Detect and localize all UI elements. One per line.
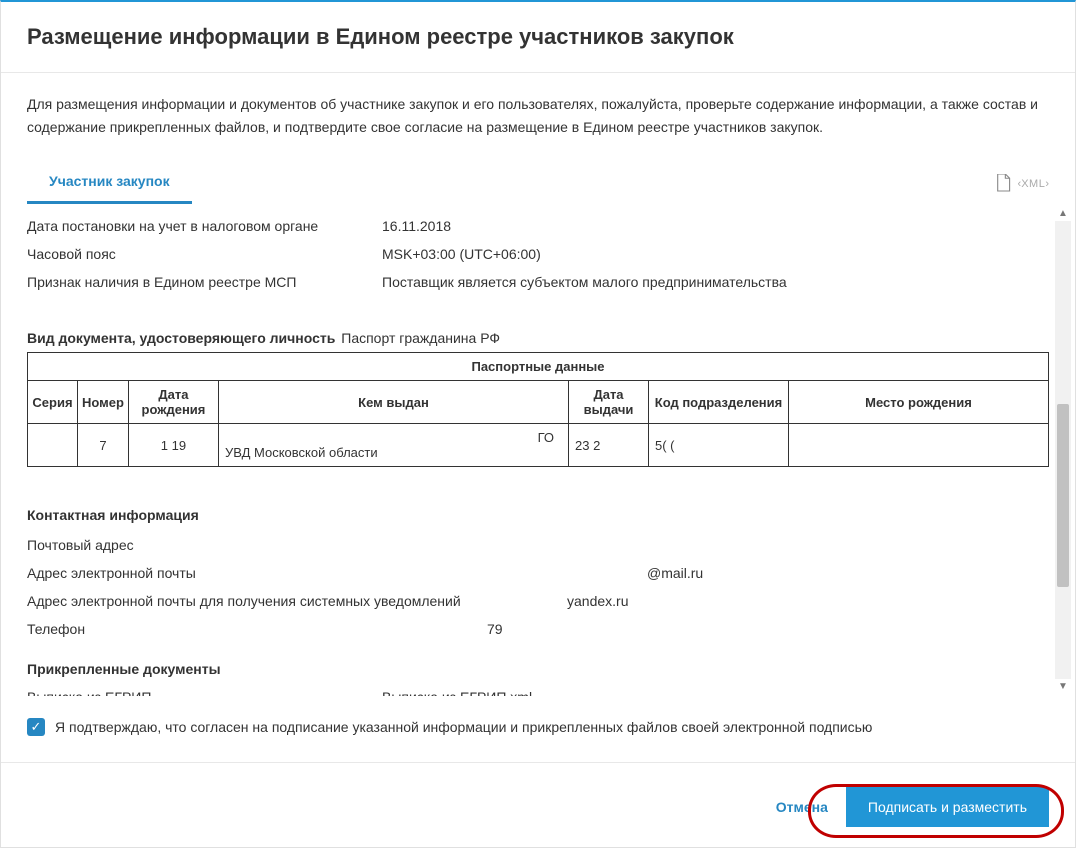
publish-modal: Размещение информации в Едином реестре у…	[0, 0, 1076, 848]
label-msp: Признак наличия в Едином реестре МСП	[27, 274, 382, 290]
id-doc-label: Вид документа, удостоверяющего личность	[27, 330, 335, 346]
sign-and-publish-button[interactable]: Подписать и разместить	[846, 787, 1049, 827]
confirm-checkbox[interactable]: ✓	[27, 718, 45, 736]
scroll-up-icon[interactable]: ▲	[1058, 208, 1068, 219]
modal-title: Размещение информации в Едином реестре у…	[1, 2, 1075, 73]
xml-label[interactable]: ‹XML›	[1018, 178, 1049, 190]
modal-footer: Отмена Подписать и разместить	[1, 762, 1075, 847]
file-icon[interactable]	[996, 174, 1012, 194]
row-postal: Почтовый адрес	[27, 531, 1049, 559]
label-phone: Телефон	[27, 621, 487, 637]
row-msp: Признак наличия в Едином реестре МСП Пос…	[27, 268, 1049, 296]
attachments-heading: Прикрепленные документы	[27, 661, 1049, 677]
label-postal: Почтовый адрес	[27, 537, 382, 553]
th-number: Номер	[78, 381, 129, 424]
value-tax-reg-date: 16.11.2018	[382, 218, 1049, 234]
row-email: Адрес электронной почты @mail.ru	[27, 559, 1049, 587]
scrollbar-thumb[interactable]	[1057, 404, 1069, 587]
modal-description: Для размещения информации и документов о…	[1, 73, 1075, 157]
th-dept-code: Код подразделения	[649, 381, 789, 424]
content-scroll-area: Дата постановки на учет в налоговом орга…	[1, 204, 1075, 696]
th-birth-place: Место рождения	[789, 381, 1049, 424]
th-issue-date: Дата выдачи	[569, 381, 649, 424]
th-birth-date: Дата рождения	[128, 381, 218, 424]
td-issued-by-bottom: УВД Московской области	[225, 445, 564, 460]
value-sys-email: yandex.ru	[487, 593, 1049, 609]
contact-heading: Контактная информация	[27, 507, 1049, 523]
check-icon: ✓	[31, 719, 42, 735]
scrollbar-track[interactable]	[1055, 221, 1071, 679]
id-doc-label-row: Вид документа, удостоверяющего личность …	[27, 330, 1049, 346]
row-phone: Телефон 79	[27, 615, 1049, 643]
value-egrip: Выписка из ЕГРИП.xml	[382, 689, 1049, 696]
label-egrip: Выписка из ЕГРИП	[27, 689, 382, 696]
confirm-text: Я подтверждаю, что согласен на подписани…	[55, 719, 872, 735]
row-tax-reg-date: Дата постановки на учет в налоговом орга…	[27, 212, 1049, 240]
tabs-row: Участник закупок ‹XML›	[1, 163, 1075, 204]
xml-toolbar: ‹XML›	[996, 174, 1049, 194]
row-sys-email: Адрес электронной почты для получения си…	[27, 587, 1049, 615]
td-birth-place	[789, 424, 1049, 467]
passport-row: 7 1 19 ГО УВД Московской области 23 2 5(…	[28, 424, 1049, 467]
th-issued-by: Кем выдан	[218, 381, 568, 424]
label-sys-email: Адрес электронной почты для получения си…	[27, 593, 487, 609]
passport-table: Паспортные данные Серия Номер Дата рожде…	[27, 352, 1049, 467]
td-issued-by-top: ГО	[225, 430, 564, 445]
value-email: @mail.ru	[487, 565, 1049, 581]
label-email: Адрес электронной почты	[27, 565, 487, 581]
value-timezone: MSK+03:00 (UTC+06:00)	[382, 246, 1049, 262]
th-series: Серия	[28, 381, 78, 424]
row-egrip: Выписка из ЕГРИП Выписка из ЕГРИП.xml	[27, 683, 1049, 696]
scroll-down-icon[interactable]: ▼	[1058, 681, 1068, 692]
cancel-button[interactable]: Отмена	[776, 799, 828, 815]
td-dept-code: 5( (	[649, 424, 789, 467]
scrollbar[interactable]: ▲ ▼	[1055, 208, 1071, 692]
td-birth-date: 1 19	[128, 424, 218, 467]
td-issued-by: ГО УВД Московской области	[218, 424, 568, 467]
value-postal	[382, 537, 1049, 553]
td-series	[28, 424, 78, 467]
td-number: 7	[78, 424, 129, 467]
value-msp: Поставщик является субъектом малого пред…	[382, 274, 1049, 290]
label-timezone: Часовой пояс	[27, 246, 382, 262]
row-timezone: Часовой пояс MSK+03:00 (UTC+06:00)	[27, 240, 1049, 268]
value-phone: 79	[487, 621, 1049, 637]
id-doc-value: Паспорт гражданина РФ	[341, 330, 500, 346]
label-tax-reg-date: Дата постановки на учет в налоговом орга…	[27, 218, 382, 234]
confirm-row: ✓ Я подтверждаю, что согласен на подписа…	[1, 696, 1075, 736]
tab-participant[interactable]: Участник закупок	[27, 163, 192, 204]
passport-caption: Паспортные данные	[28, 353, 1049, 381]
td-issue-date: 23 2	[569, 424, 649, 467]
